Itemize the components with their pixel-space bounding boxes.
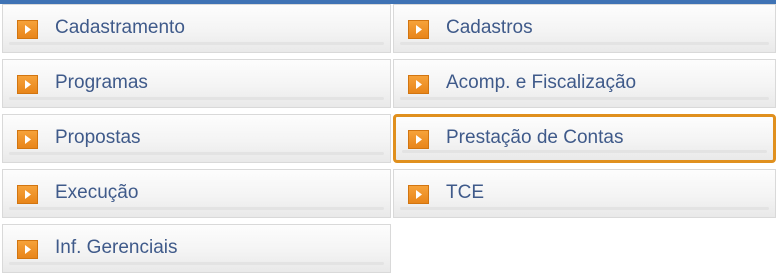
orange-play-icon: [17, 240, 38, 259]
menu-item-label: Inf. Gerenciais: [55, 237, 178, 258]
menu-item-acomp-fiscalizacao[interactable]: Acomp. e Fiscalização: [393, 59, 776, 108]
menu-item-label: Prestação de Contas: [446, 127, 624, 148]
menu-item-tce[interactable]: TCE: [393, 169, 776, 218]
menu-item-programas[interactable]: Programas: [2, 59, 391, 108]
orange-play-icon: [408, 130, 429, 149]
menu-item-inf-gerenciais[interactable]: Inf. Gerenciais: [2, 224, 391, 273]
menu-item-label: Execução: [55, 182, 139, 203]
menu-column-right: Cadastros Acomp. e Fiscalização Prestaçã…: [393, 4, 776, 224]
orange-play-icon: [408, 20, 429, 39]
menu-item-label: Cadastros: [446, 17, 533, 38]
menu-item-label: Cadastramento: [55, 17, 185, 38]
menu-item-propostas[interactable]: Propostas: [2, 114, 391, 163]
menu-item-label: Acomp. e Fiscalização: [446, 72, 637, 93]
orange-play-icon: [408, 75, 429, 94]
orange-play-icon: [408, 185, 429, 204]
orange-play-icon: [17, 185, 38, 204]
menu-item-execucao[interactable]: Execução: [2, 169, 391, 218]
main-menu: Cadastramento Programas Propostas Execuç…: [0, 4, 776, 273]
orange-play-icon: [17, 130, 38, 149]
menu-item-label: Programas: [55, 72, 148, 93]
menu-item-cadastramento[interactable]: Cadastramento: [2, 4, 391, 53]
menu-item-label: TCE: [446, 182, 484, 203]
orange-play-icon: [17, 75, 38, 94]
menu-item-cadastros[interactable]: Cadastros: [393, 4, 776, 53]
menu-item-prestacao-de-contas[interactable]: Prestação de Contas: [393, 114, 776, 163]
orange-play-icon: [17, 20, 38, 39]
menu-column-left: Cadastramento Programas Propostas Execuç…: [2, 4, 391, 279]
menu-item-label: Propostas: [55, 127, 141, 148]
